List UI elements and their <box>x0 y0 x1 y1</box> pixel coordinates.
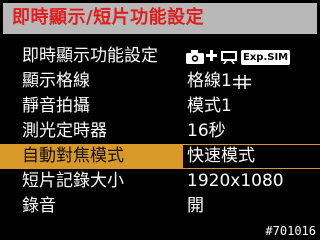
watermark-text: #701016 <box>265 224 316 238</box>
menu-item-label: 自動對焦模式 <box>22 146 124 166</box>
menu-item-label: 即時顯示功能設定 <box>22 46 158 66</box>
menu-item-movie-rec-size[interactable]: 短片記錄大小 1920x1080 <box>0 169 320 194</box>
menu-item-value: 格線1 <box>187 71 232 91</box>
menu-item-sound-recording[interactable]: 錄音 開 <box>0 194 320 219</box>
exp-sim-badge: Exp.SIM <box>241 49 291 65</box>
menu-item-label: 錄音 <box>22 196 56 216</box>
menu-item-silent-shooting[interactable]: 靜音拍攝 模式1 <box>0 94 320 119</box>
live-view-mode-value: Exp.SIM <box>185 48 291 66</box>
settings-menu: 即時顯示功能設定 Exp.SIM 顯示格線 格線1 靜音拍攝 模式1 測光定時器… <box>0 44 320 219</box>
menu-item-label: 測光定時器 <box>22 121 107 141</box>
movie-icon <box>221 51 237 64</box>
camera-icon <box>186 50 204 64</box>
menu-item-label: 顯示格線 <box>22 71 90 91</box>
menu-item-value: 快速模式 <box>187 146 255 166</box>
menu-item-value: 模式1 <box>187 96 232 116</box>
menu-item-metering-timer[interactable]: 測光定時器 16秒 <box>0 119 320 144</box>
menu-item-live-view-settings[interactable]: 即時顯示功能設定 Exp.SIM <box>0 44 320 69</box>
menu-item-label: 靜音拍攝 <box>22 96 90 116</box>
menu-item-af-mode[interactable]: 自動對焦模式 快速模式 <box>0 144 320 169</box>
menu-item-label: 短片記錄大小 <box>22 171 124 191</box>
menu-item-value: 1920x1080 <box>187 171 284 191</box>
grid-icon <box>233 75 251 89</box>
page-title: 即時顯示/短片功能設定 <box>12 7 205 28</box>
menu-item-value: 16秒 <box>187 121 226 141</box>
title-bar: 即時顯示/短片功能設定 <box>3 3 317 34</box>
menu-item-grid-display[interactable]: 顯示格線 格線1 <box>0 69 320 94</box>
menu-item-value: 開 <box>187 196 204 216</box>
arrow-right-icon <box>206 50 217 61</box>
